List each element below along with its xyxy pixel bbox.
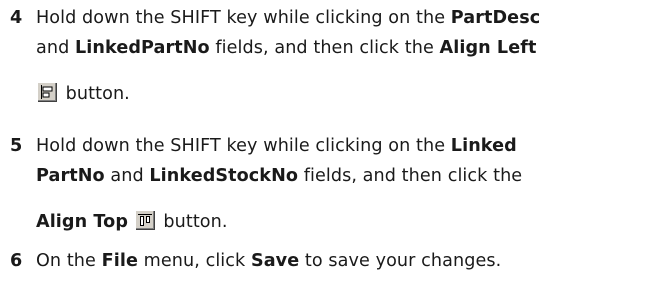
step-text: On the File menu, click Save to save you… [36, 246, 663, 276]
step-number: 6 [10, 251, 23, 271]
text-run: button. [60, 84, 130, 104]
bold-term: Linked [450, 136, 517, 156]
text-run: fields, and then click the [209, 38, 440, 58]
bold-term: Align Left [439, 38, 537, 58]
step-text: Hold down the SHIFT key while clicking o… [36, 3, 663, 109]
bold-term: LinkedStockNo [149, 166, 299, 186]
step-6: 6 On the File menu, click Save to save y… [10, 246, 663, 276]
text-run: button. [157, 212, 228, 232]
text-line: button. [36, 79, 663, 109]
text-run: to save your changes. [299, 251, 502, 271]
bold-term: File [101, 251, 138, 271]
align-left-icon [37, 82, 57, 102]
text-line: Align Top button. [36, 207, 663, 237]
text-line: On the File menu, click Save to save you… [36, 246, 663, 276]
text-run: and [104, 166, 150, 186]
bold-term: Save [250, 251, 300, 271]
text-run: menu, click [137, 251, 251, 271]
text-run [128, 212, 134, 232]
bold-term: PartDesc [450, 8, 541, 28]
step-4: 4 Hold down the SHIFT key while clicking… [10, 3, 663, 109]
align-top-icon [134, 210, 155, 230]
step-number: 5 [10, 136, 23, 156]
text-line: PartNo and LinkedStockNo fields, and the… [36, 161, 663, 191]
bold-term: LinkedPartNo [75, 38, 210, 58]
text-line: Hold down the SHIFT key while clicking o… [36, 3, 663, 33]
text-line: and LinkedPartNo fields, and then click … [36, 33, 663, 63]
step-5: 5 Hold down the SHIFT key while clicking… [10, 131, 663, 237]
text-line: Hold down the SHIFT key while clicking o… [36, 131, 663, 161]
bold-term: PartNo [36, 166, 105, 186]
text-run: fields, and then click the [298, 166, 523, 186]
text-run: Hold down the SHIFT key while clicking o… [36, 8, 451, 28]
text-run: and [36, 38, 76, 58]
step-number: 4 [10, 8, 23, 28]
bold-term: Align Top [36, 212, 128, 232]
step-text: Hold down the SHIFT key while clicking o… [36, 131, 663, 237]
text-run: Hold down the SHIFT key while clicking o… [36, 136, 451, 156]
text-run: On the [36, 251, 102, 271]
